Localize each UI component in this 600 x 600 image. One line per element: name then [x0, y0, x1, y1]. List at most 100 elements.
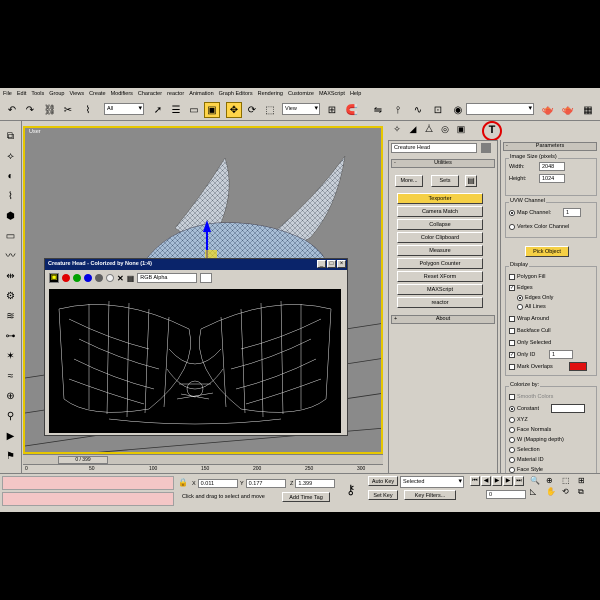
- link-icon[interactable]: ⛓: [42, 102, 58, 118]
- render-type-icon[interactable]: ▦: [580, 102, 596, 118]
- select-rotate-icon[interactable]: ⟳: [244, 102, 260, 118]
- display-tab-icon[interactable]: ▣: [454, 123, 468, 135]
- menu-help[interactable]: Help: [350, 91, 361, 97]
- constant-radio[interactable]: [509, 406, 515, 412]
- select-by-name-icon[interactable]: ☰: [168, 102, 184, 118]
- play-icon[interactable]: ▶: [492, 476, 502, 486]
- quick-render-icon[interactable]: 🫖: [560, 102, 576, 118]
- utilities-tab-icon[interactable]: T: [482, 121, 502, 141]
- time-slider-track[interactable]: 0 / 399: [23, 454, 383, 464]
- reactor-toy-car-icon[interactable]: ⊶: [3, 329, 18, 344]
- field-of-view-icon[interactable]: ◺: [530, 487, 544, 497]
- redo-icon[interactable]: ↷: [22, 102, 38, 118]
- select-scale-icon[interactable]: ⬚: [262, 102, 278, 118]
- reactor-rigid-body-icon[interactable]: ⧉: [3, 129, 18, 144]
- maxscript-output-mini[interactable]: [2, 492, 174, 506]
- more-button[interactable]: More...: [395, 175, 423, 187]
- modify-tab-icon[interactable]: ◢: [406, 123, 420, 135]
- clear-icon[interactable]: ✕: [117, 274, 124, 283]
- green-channel-icon[interactable]: [73, 274, 81, 282]
- reactor-button[interactable]: reactor: [397, 297, 483, 308]
- all-lines-radio[interactable]: [517, 304, 523, 310]
- pan-icon[interactable]: ✋: [546, 487, 560, 497]
- red-channel-icon[interactable]: [62, 274, 70, 282]
- parameters-rollout-header[interactable]: - Parameters: [503, 142, 597, 151]
- polygon-counter-button[interactable]: Polygon Counter: [397, 258, 483, 269]
- arc-rotate-icon[interactable]: ⟲: [562, 487, 576, 497]
- edges-checkbox[interactable]: ✓: [509, 285, 515, 291]
- collapse-button[interactable]: Collapse: [397, 219, 483, 230]
- zoom-extents-all-icon[interactable]: ⊞: [578, 476, 592, 485]
- rect-region-icon[interactable]: ▭: [186, 102, 202, 118]
- z-coordinate-field[interactable]: 1.399: [295, 479, 336, 488]
- maximize-viewport-icon[interactable]: ⧉: [578, 487, 592, 497]
- reset-xform-button[interactable]: Reset XForm: [397, 271, 483, 282]
- reactor-fracture-icon[interactable]: ✶: [3, 349, 18, 364]
- menu-graph-editors[interactable]: Graph Editors: [219, 91, 253, 97]
- channel-dropdown[interactable]: RGB Alpha: [137, 273, 198, 283]
- alpha-channel-icon[interactable]: [106, 274, 114, 282]
- height-field[interactable]: 1024: [539, 174, 565, 183]
- menu-rendering[interactable]: Rendering: [258, 91, 283, 97]
- y-coordinate-field[interactable]: 0.177: [245, 479, 286, 488]
- zoom-icon[interactable]: 🔍: [530, 476, 544, 485]
- w-mapping-radio[interactable]: [509, 437, 515, 443]
- blue-channel-icon[interactable]: [84, 274, 92, 282]
- zoom-extents-icon[interactable]: ⬚: [562, 476, 576, 485]
- lock-icon[interactable]: 🔒: [178, 478, 188, 488]
- selection-filter-dropdown[interactable]: All: [104, 103, 144, 115]
- menu-modifiers[interactable]: Modifiers: [111, 91, 133, 97]
- menu-views[interactable]: Views: [70, 91, 85, 97]
- menu-tools[interactable]: Tools: [31, 91, 44, 97]
- key-filters-button[interactable]: Key Filters...: [404, 490, 456, 500]
- color-clipboard-button[interactable]: Color Clipboard: [397, 232, 483, 243]
- utilities-rollout-header[interactable]: - Utilities: [391, 159, 495, 168]
- only-id-field[interactable]: 1: [549, 350, 573, 359]
- selection-radio[interactable]: [509, 447, 515, 453]
- menu-animation[interactable]: Animation: [189, 91, 213, 97]
- create-tab-icon[interactable]: ✧: [390, 123, 404, 135]
- measure-button[interactable]: Measure: [397, 245, 483, 256]
- material-id-radio[interactable]: [509, 457, 515, 463]
- pivot-center-icon[interactable]: ⊞: [324, 102, 340, 118]
- zoom-all-icon[interactable]: ⊕: [546, 476, 560, 485]
- select-move-icon[interactable]: ✥: [226, 102, 242, 118]
- track-bar[interactable]: 0 50 100 150 200 250 300: [23, 464, 383, 473]
- add-time-tag-button[interactable]: Add Time Tag: [282, 492, 330, 502]
- set-key-button[interactable]: Set Key: [368, 490, 398, 500]
- menu-reactor[interactable]: reactor: [167, 91, 184, 97]
- configure-sets-icon[interactable]: ▤: [465, 175, 477, 187]
- mono-channel-icon[interactable]: [95, 274, 103, 282]
- hierarchy-tab-icon[interactable]: ⧊: [422, 123, 436, 135]
- reference-coordinate-dropdown[interactable]: View: [282, 103, 320, 115]
- maxscript-button[interactable]: MAXScript: [397, 284, 483, 295]
- camera-match-button[interactable]: Camera Match: [397, 206, 483, 217]
- object-name-field[interactable]: Creature Head: [391, 143, 477, 153]
- curve-editor-icon[interactable]: ∿: [410, 102, 426, 118]
- sets-button[interactable]: Sets: [431, 175, 459, 187]
- texporter-window[interactable]: Creature Head - Colorized by None (1:4) …: [44, 258, 348, 436]
- only-id-checkbox[interactable]: ✓: [509, 352, 515, 358]
- menu-maxscript[interactable]: MAXScript: [319, 91, 345, 97]
- minimize-button[interactable]: _: [317, 260, 326, 268]
- reactor-motor-icon[interactable]: ⚙: [3, 289, 18, 304]
- render-scene-icon[interactable]: 🫖: [540, 102, 556, 118]
- unlink-icon[interactable]: ✂: [60, 102, 76, 118]
- select-object-icon[interactable]: ➚: [150, 102, 166, 118]
- bind-spacewarp-icon[interactable]: ⌇: [80, 102, 96, 118]
- schematic-view-icon[interactable]: ⊡: [430, 102, 446, 118]
- edges-only-radio[interactable]: [517, 295, 523, 301]
- go-to-start-icon[interactable]: ⏮: [470, 476, 480, 486]
- reactor-spring-icon[interactable]: 〰: [3, 249, 18, 264]
- maxscript-listener-mini[interactable]: [2, 476, 174, 490]
- menu-file[interactable]: File: [3, 91, 12, 97]
- reactor-dashpot-icon[interactable]: ⇹: [3, 269, 18, 284]
- vertex-color-radio[interactable]: [509, 224, 515, 230]
- menu-edit[interactable]: Edit: [17, 91, 26, 97]
- maximize-button[interactable]: □: [327, 260, 336, 268]
- smooth-colors-checkbox[interactable]: [509, 394, 515, 400]
- reactor-analyze-icon[interactable]: ⚑: [3, 449, 18, 464]
- motion-tab-icon[interactable]: ◎: [438, 123, 452, 135]
- mirror-icon[interactable]: ⇋: [370, 102, 386, 118]
- polygon-fill-checkbox[interactable]: [509, 274, 515, 280]
